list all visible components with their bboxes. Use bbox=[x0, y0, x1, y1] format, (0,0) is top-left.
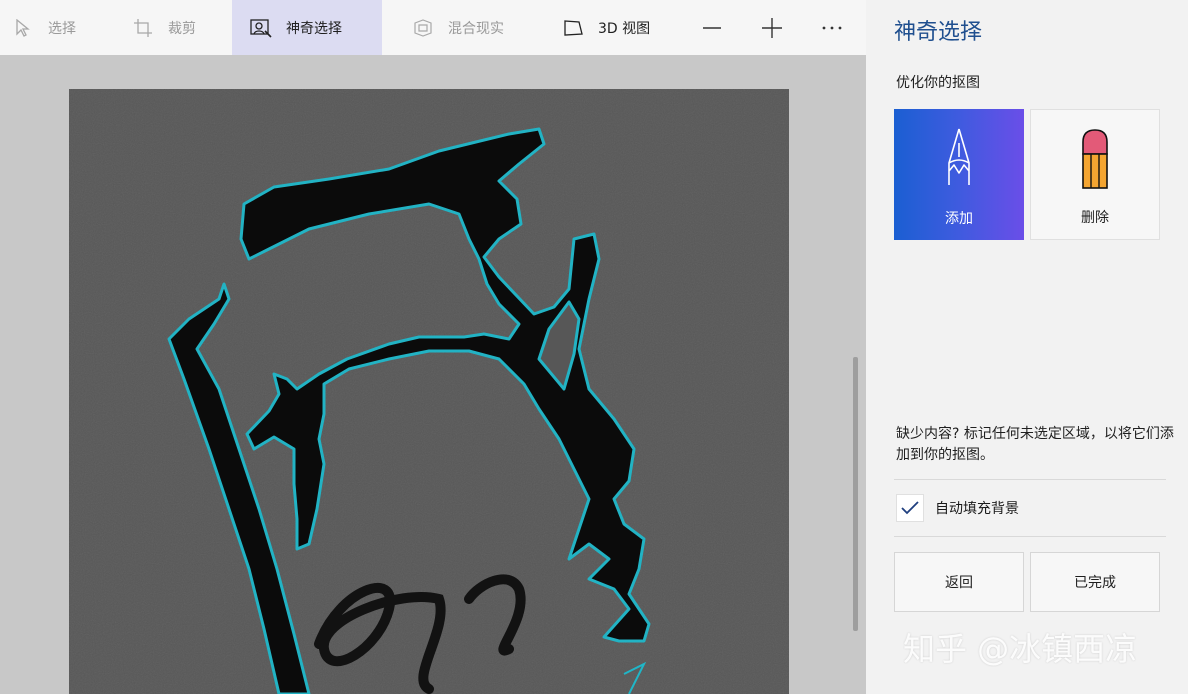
canvas-area[interactable] bbox=[0, 55, 866, 694]
more-icon bbox=[822, 26, 842, 29]
mixed-reality-label: 混合现实 bbox=[448, 20, 504, 37]
view-3d-button[interactable]: 3D 视图 bbox=[542, 0, 682, 55]
magic-select-tool-button[interactable]: 神奇选择 bbox=[232, 0, 382, 55]
delete-button[interactable]: 删除 bbox=[1030, 109, 1160, 240]
top-toolbar: 选择 裁剪 神奇选择 混合现实 3D 视图 bbox=[0, 0, 866, 55]
select-tool-label: 选择 bbox=[48, 20, 76, 37]
select-tool-button[interactable]: 选择 bbox=[0, 0, 120, 55]
add-label: 添加 bbox=[945, 211, 973, 227]
plus-icon bbox=[762, 17, 782, 38]
autofill-label: 自动填充背景 bbox=[935, 501, 1019, 517]
signature-cutout-image bbox=[69, 89, 789, 694]
more-options-button[interactable] bbox=[802, 0, 862, 55]
watermark: 知乎 @冰镇西凉 bbox=[903, 630, 1138, 668]
divider bbox=[894, 536, 1166, 537]
view-3d-icon bbox=[562, 17, 584, 39]
back-button[interactable]: 返回 bbox=[894, 552, 1024, 612]
cursor-icon bbox=[12, 17, 34, 39]
autofill-checkbox[interactable] bbox=[896, 494, 924, 522]
crop-tool-label: 裁剪 bbox=[168, 20, 196, 37]
pencil-tip-icon bbox=[894, 127, 1024, 189]
delete-label: 删除 bbox=[1081, 210, 1109, 226]
magic-select-panel: 神奇选择 优化你的抠图 添加 删除 缺少内容? 标记任何未选定区域，以将它们添加… bbox=[866, 0, 1188, 694]
mixed-reality-button[interactable]: 混合现实 bbox=[382, 0, 542, 55]
add-button[interactable]: 添加 bbox=[894, 109, 1024, 240]
crop-tool-button[interactable]: 裁剪 bbox=[120, 0, 232, 55]
image-canvas[interactable] bbox=[69, 89, 789, 694]
done-button[interactable]: 已完成 bbox=[1030, 552, 1160, 612]
minus-icon bbox=[703, 26, 721, 29]
zoom-out-button[interactable] bbox=[682, 0, 742, 55]
hint-text: 缺少内容? 标记任何未选定区域，以将它们添加到你的抠图。 bbox=[896, 426, 1174, 463]
view-3d-label: 3D 视图 bbox=[598, 20, 651, 37]
vertical-scrollbar[interactable] bbox=[853, 357, 858, 631]
checkmark-icon bbox=[901, 501, 919, 515]
autofill-background-toggle[interactable]: 自动填充背景 bbox=[896, 494, 1019, 522]
zoom-in-button[interactable] bbox=[742, 0, 802, 55]
crop-icon bbox=[132, 17, 154, 39]
magic-select-icon bbox=[250, 17, 272, 39]
magic-select-label: 神奇选择 bbox=[286, 20, 342, 37]
divider bbox=[894, 479, 1166, 480]
panel-title: 神奇选择 bbox=[894, 20, 983, 45]
panel-subtitle: 优化你的抠图 bbox=[896, 75, 980, 91]
eraser-pencil-icon bbox=[1031, 128, 1159, 190]
mixed-reality-icon bbox=[412, 17, 434, 39]
